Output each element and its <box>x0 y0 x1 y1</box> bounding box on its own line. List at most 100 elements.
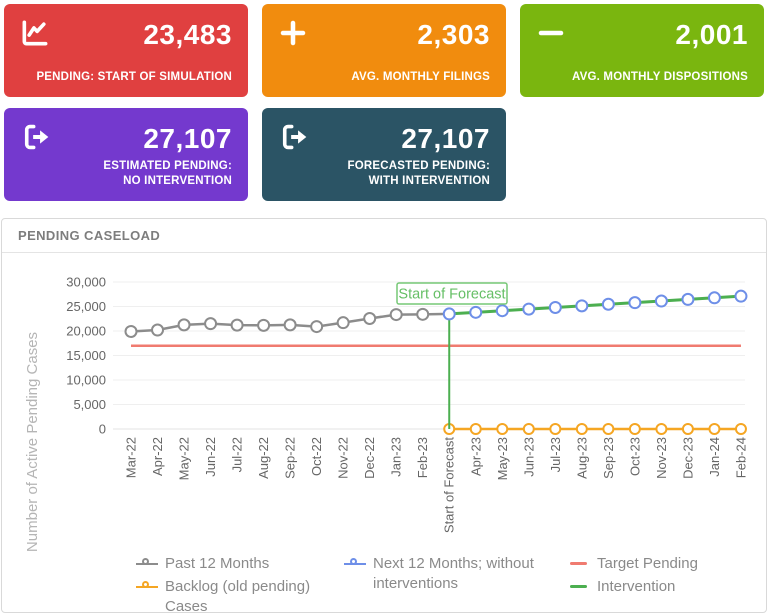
pending-caseload-chart: 05,00010,00015,00020,00025,00030,000Mar-… <box>0 252 768 552</box>
legend-item-target-pending[interactable]: Target Pending <box>568 554 698 574</box>
kpi-card-avg-dispositions: 2,001 AVG. MONTHLY DISPOSITIONS <box>520 4 764 97</box>
series-marker-past-12-months <box>179 319 190 330</box>
series-marker-backlog-old-pending-cases <box>709 424 719 434</box>
series-marker-backlog-old-pending-cases <box>550 424 560 434</box>
legend-line-marker-icon <box>568 577 590 597</box>
x-tick-label: Jul-22 <box>230 437 245 472</box>
x-tick-label: Dec-22 <box>362 437 377 479</box>
legend-label: Past 12 Months <box>165 554 269 574</box>
series-marker-backlog-old-pending-cases <box>736 424 746 434</box>
x-tick-label: Jan-23 <box>389 437 404 477</box>
y-tick-label: 5,000 <box>73 397 106 412</box>
series-marker-past-12-months <box>258 320 269 331</box>
x-tick-label: Dec-23 <box>680 437 695 479</box>
y-axis-title: Number of Active Pending Cases <box>24 332 41 552</box>
series-marker-past-12-months <box>285 319 296 330</box>
panel-header: PENDING CASELOAD <box>2 219 766 253</box>
kpi-label: FORECASTED PENDING:WITH INTERVENTION <box>348 159 490 189</box>
x-tick-label: Apr-23 <box>468 437 483 476</box>
series-marker-past-12-months <box>338 317 349 328</box>
start-of-forecast-annotation-text: Start of Forecast <box>398 287 505 303</box>
series-marker-backlog-old-pending-cases <box>683 424 693 434</box>
x-tick-label: Start of Forecast <box>442 437 457 533</box>
series-marker-next-12-months-without-interventions <box>444 308 455 319</box>
series-marker-past-12-months <box>232 320 243 331</box>
legend-circle-marker-icon <box>344 554 366 574</box>
series-marker-next-12-months-without-interventions <box>576 300 587 311</box>
x-tick-label: Feb-24 <box>733 437 748 478</box>
legend-column: Past 12 Months Backlog (old pending) Case… <box>136 554 335 614</box>
y-tick-label: 0 <box>99 422 106 437</box>
series-marker-backlog-old-pending-cases <box>497 424 507 434</box>
x-tick-label: Aug-22 <box>256 437 271 479</box>
dashboard: 23,483 PENDING: START OF SIMULATION 2,30… <box>0 0 768 614</box>
chart-legend: Past 12 Months Backlog (old pending) Case… <box>0 554 768 612</box>
x-tick-label: Feb-23 <box>415 437 430 478</box>
series-marker-past-12-months <box>311 321 322 332</box>
kpi-value: 27,107 <box>143 123 232 155</box>
kpi-card-pending-start: 23,483 PENDING: START OF SIMULATION <box>4 4 248 97</box>
series-marker-past-12-months <box>391 309 402 320</box>
series-marker-past-12-months <box>126 326 137 337</box>
legend-label: Next 12 Months; without interventions <box>373 554 565 594</box>
x-tick-label: Nov-23 <box>654 437 669 479</box>
kpi-label: AVG. MONTHLY FILINGS <box>351 70 490 85</box>
kpi-value: 27,107 <box>401 123 490 155</box>
series-marker-next-12-months-without-interventions <box>682 294 693 305</box>
series-marker-past-12-months <box>364 313 375 324</box>
x-tick-label: Jan-24 <box>707 437 722 477</box>
kpi-card-estimated-pending: 27,107 ESTIMATED PENDING:NO INTERVENTION <box>4 108 248 201</box>
sign-out-icon <box>19 121 51 153</box>
x-tick-label: Oct-22 <box>309 437 324 476</box>
sign-out-icon <box>277 121 309 153</box>
kpi-label: ESTIMATED PENDING:NO INTERVENTION <box>103 159 232 189</box>
series-marker-next-12-months-without-interventions <box>656 296 667 307</box>
series-marker-backlog-old-pending-cases <box>471 424 481 434</box>
panel-title: PENDING CASELOAD <box>18 228 160 243</box>
kpi-value: 23,483 <box>143 19 232 51</box>
x-tick-label: Oct-23 <box>627 437 642 476</box>
legend-item-backlog-old-pending-cases[interactable]: Backlog (old pending) Cases <box>136 577 335 614</box>
legend-item-intervention[interactable]: Intervention <box>568 577 698 597</box>
kpi-label: PENDING: START OF SIMULATION <box>36 70 232 85</box>
series-marker-past-12-months <box>152 325 163 336</box>
legend-label: Backlog (old pending) Cases <box>165 577 335 614</box>
x-tick-label: Apr-22 <box>150 437 165 476</box>
legend-column: Target Pending Intervention <box>568 554 698 597</box>
legend-circle-marker-icon <box>136 554 158 574</box>
x-tick-label: Mar-22 <box>124 437 139 478</box>
series-marker-backlog-old-pending-cases <box>524 424 534 434</box>
legend-item-past-12-months[interactable]: Past 12 Months <box>136 554 335 574</box>
series-marker-next-12-months-without-interventions <box>603 299 614 310</box>
x-tick-label: Nov-22 <box>336 437 351 479</box>
series-marker-next-12-months-without-interventions <box>709 292 720 303</box>
kpi-value: 2,001 <box>675 19 748 51</box>
y-tick-label: 10,000 <box>66 373 106 388</box>
x-tick-label: Jun-22 <box>203 437 218 477</box>
kpi-card-forecasted-pending: 27,107 FORECASTED PENDING:WITH INTERVENT… <box>262 108 506 201</box>
kpi-label: AVG. MONTHLY DISPOSITIONS <box>572 70 748 85</box>
x-tick-label: Jul-23 <box>548 437 563 472</box>
x-tick-label: May-22 <box>177 437 192 480</box>
legend-label: Target Pending <box>597 554 698 574</box>
series-marker-next-12-months-without-interventions <box>735 291 746 302</box>
plus-icon <box>277 17 309 49</box>
legend-label: Intervention <box>597 577 675 597</box>
x-tick-label: Sep-22 <box>283 437 298 479</box>
x-tick-label: Sep-23 <box>601 437 616 479</box>
series-marker-past-12-months <box>205 318 216 329</box>
y-tick-label: 30,000 <box>66 275 106 290</box>
series-marker-backlog-old-pending-cases <box>630 424 640 434</box>
minus-icon <box>535 17 567 49</box>
series-marker-next-12-months-without-interventions <box>629 297 640 308</box>
legend-item-next-12-months-without-interventions[interactable]: Next 12 Months; without interventions <box>344 554 565 594</box>
kpi-card-avg-filings: 2,303 AVG. MONTHLY FILINGS <box>262 4 506 97</box>
legend-circle-marker-icon <box>136 577 158 597</box>
x-tick-label: Jun-23 <box>521 437 536 477</box>
y-tick-label: 25,000 <box>66 299 106 314</box>
legend-column: Next 12 Months; without interventions <box>344 554 565 594</box>
chart-line-icon <box>19 17 51 49</box>
series-marker-next-12-months-without-interventions <box>523 304 534 315</box>
x-tick-label: May-23 <box>495 437 510 480</box>
y-tick-label: 15,000 <box>66 348 106 363</box>
